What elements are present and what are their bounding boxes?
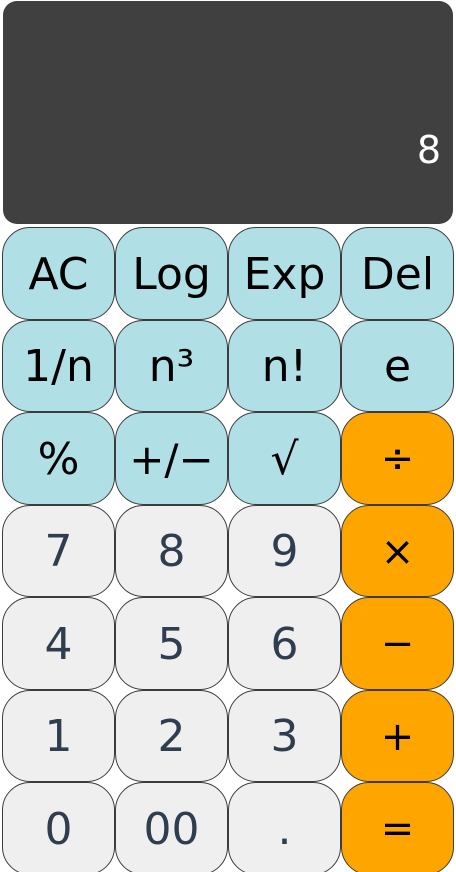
digit-0-button[interactable]: 0 <box>2 782 115 872</box>
divide-button[interactable]: ÷ <box>341 412 454 505</box>
display-panel: 8 <box>3 1 453 224</box>
decimal-point-button[interactable]: . <box>228 782 341 872</box>
digit-5-button[interactable]: 5 <box>115 597 228 690</box>
factorial-button[interactable]: n! <box>228 319 341 412</box>
minus-button[interactable]: − <box>341 597 454 690</box>
digit-3-button[interactable]: 3 <box>228 689 341 782</box>
digit-6-button[interactable]: 6 <box>228 597 341 690</box>
sign-toggle-button[interactable]: +/− <box>115 412 228 505</box>
equals-button[interactable]: = <box>341 782 454 872</box>
calculator: 8 AC Log Exp Del 1/n n³ n! e % +/− √ ÷ 7… <box>0 0 456 872</box>
exp-button[interactable]: Exp <box>228 227 341 320</box>
display-value: 8 <box>416 128 441 172</box>
euler-button[interactable]: e <box>341 319 454 412</box>
multiply-button[interactable]: × <box>341 504 454 597</box>
percent-button[interactable]: % <box>2 412 115 505</box>
delete-button[interactable]: Del <box>341 227 454 320</box>
double-zero-button[interactable]: 00 <box>115 782 228 872</box>
digit-8-button[interactable]: 8 <box>115 504 228 597</box>
digit-4-button[interactable]: 4 <box>2 597 115 690</box>
reciprocal-button[interactable]: 1/n <box>2 319 115 412</box>
digit-2-button[interactable]: 2 <box>115 689 228 782</box>
ac-button[interactable]: AC <box>2 227 115 320</box>
plus-button[interactable]: + <box>341 689 454 782</box>
keypad: AC Log Exp Del 1/n n³ n! e % +/− √ ÷ 7 8… <box>2 227 454 872</box>
digit-9-button[interactable]: 9 <box>228 504 341 597</box>
cube-button[interactable]: n³ <box>115 319 228 412</box>
digit-7-button[interactable]: 7 <box>2 504 115 597</box>
digit-1-button[interactable]: 1 <box>2 689 115 782</box>
square-root-button[interactable]: √ <box>228 412 341 505</box>
log-button[interactable]: Log <box>115 227 228 320</box>
